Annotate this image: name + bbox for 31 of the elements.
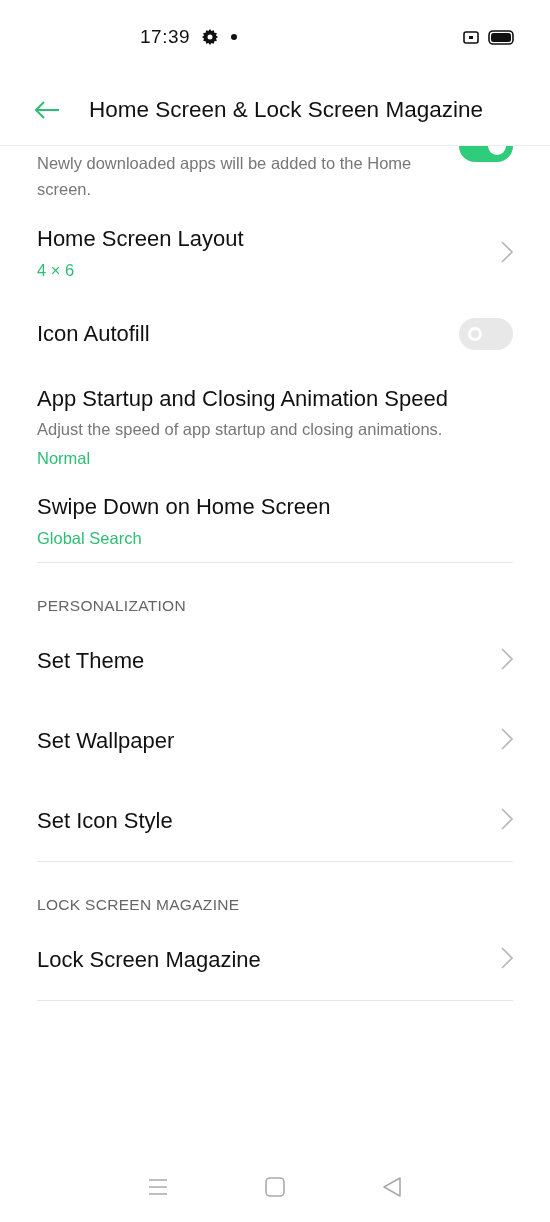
chevron-right-icon [501,728,513,750]
chevron-right-icon [501,241,513,263]
dot-icon [231,34,238,40]
setting-description: Newly downloaded apps will be added to the Home screen. [37,153,413,200]
gear-icon [202,29,219,45]
setting-title[interactable]: Set Wallpaper [37,726,501,756]
setting-title[interactable]: Set Theme [37,646,501,676]
chevron-right-icon [501,947,513,969]
chevron-right-icon [501,808,513,830]
menu-button[interactable] [148,1178,169,1196]
back-nav-button[interactable] [381,1176,402,1198]
section-header: PERSONALIZATION [37,596,187,616]
setting-title[interactable]: Set Icon Style [37,806,501,836]
status-time: 17:39 [140,26,191,48]
setting-value: 4 × 6 [37,260,76,281]
setting-title[interactable]: Lock Screen Magazine [37,945,501,975]
home-button[interactable] [265,1177,285,1197]
setting-title[interactable]: Home Screen Layout [37,224,501,254]
setting-description: Adjust the speed of app startup and closing animations. [37,419,444,440]
setting-value: Global Search [37,528,143,549]
setting-title[interactable]: Swipe Down on Home Screen [37,492,513,522]
back-arrow-icon [34,99,60,120]
setting-value: Normal [37,448,92,469]
screen-icon [463,30,479,44]
battery-icon [488,29,514,45]
page-title: Home Screen & Lock Screen Magazine [89,96,483,123]
chevron-right-icon [501,648,513,670]
setting-title[interactable]: Icon Autofill [37,319,459,349]
back-button[interactable] [34,99,60,120]
section-header: LOCK SCREEN MAGAZINE [37,895,241,915]
setting-title[interactable]: App Startup and Closing Animation Speed [37,384,513,414]
